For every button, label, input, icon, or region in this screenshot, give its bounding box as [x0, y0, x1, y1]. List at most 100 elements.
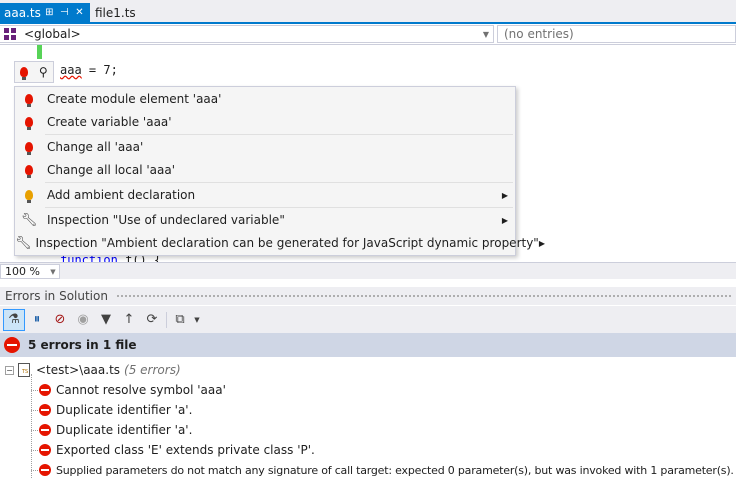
- export-button[interactable]: ⧉: [169, 309, 191, 331]
- search-icon: ⚲: [38, 65, 48, 79]
- error-item[interactable]: Duplicate identifier 'a'.: [39, 420, 192, 440]
- pin-icon[interactable]: ⊞: [43, 7, 56, 18]
- navigation-bar: <global> ▼ (no entries): [0, 24, 736, 45]
- show-ignored-button[interactable]: ◉: [72, 309, 94, 331]
- namespace-icon: [4, 28, 18, 40]
- scope-value: <global>: [24, 27, 81, 41]
- refresh-icon: ⟳: [146, 312, 158, 327]
- menu-item-label: Change all 'aaa': [47, 140, 144, 154]
- refresh-button[interactable]: ⟳: [141, 309, 163, 331]
- code-line-1[interactable]: aaa = 7;: [60, 63, 118, 77]
- error-icon: [39, 404, 51, 416]
- wrench-icon: 🔧︎: [15, 235, 32, 251]
- tree-guide-line: [31, 390, 38, 391]
- tab-label: aaa.ts: [4, 5, 41, 20]
- error-icon: [39, 444, 51, 456]
- errors-toolbar: ⚗ ⏸︎ ⊘ ◉ ▼ ↑ ⟳ ⧉ ▼: [0, 306, 736, 333]
- error-count: (5 errors): [124, 363, 181, 377]
- submenu-arrow-icon: ▶: [501, 190, 509, 200]
- quick-fix-bulb-button[interactable]: ⚲: [14, 61, 54, 83]
- tab-aaa-ts[interactable]: aaa.ts ⊞ ⊣ ✕: [0, 3, 90, 22]
- undeclared-identifier[interactable]: aaa: [60, 63, 82, 77]
- yellow-bulb-icon: [25, 190, 33, 203]
- members-dropdown[interactable]: (no entries): [497, 25, 736, 43]
- filter-icon: ▼: [101, 312, 111, 327]
- flask-icon: ⚗: [8, 312, 20, 327]
- tab-label: file1.ts: [95, 5, 136, 20]
- eye-slash-icon: ⊘: [54, 312, 66, 327]
- menu-item-label: Inspection "Use of undeclared variable": [47, 213, 285, 227]
- close-icon[interactable]: ✕: [73, 7, 86, 18]
- menu-item-inspection-ambient-declaration[interactable]: 🔧︎ Inspection "Ambient declaration can b…: [15, 231, 545, 255]
- analyze-flask-button[interactable]: ⚗: [3, 308, 25, 331]
- menu-item-inspection-undeclared-variable[interactable]: 🔧︎ Inspection "Use of undeclared variabl…: [15, 208, 515, 232]
- menu-item-create-variable[interactable]: Create variable 'aaa': [15, 110, 515, 134]
- chevron-down-icon[interactable]: ▼: [479, 30, 493, 39]
- error-message: Duplicate identifier 'a'.: [56, 423, 193, 437]
- typescript-file-icon: [18, 363, 30, 377]
- menu-item-label: Change all local 'aaa': [47, 163, 176, 177]
- menu-item-create-module-element[interactable]: Create module element 'aaa': [15, 87, 515, 111]
- wrench-icon: 🔧︎: [20, 212, 38, 228]
- export-icon: ⧉: [175, 312, 185, 327]
- red-bulb-icon: [25, 142, 33, 155]
- red-bulb-icon: [25, 117, 33, 130]
- document-tab-strip: aaa.ts ⊞ ⊣ ✕ file1.ts: [0, 0, 736, 24]
- export-dropdown-button[interactable]: ▼: [192, 309, 202, 331]
- members-value: (no entries): [504, 27, 574, 41]
- tree-guide-line: [31, 410, 38, 411]
- error-item[interactable]: Exported class 'E' extends private class…: [39, 440, 315, 460]
- error-icon: [39, 464, 51, 476]
- menu-item-label: Create module element 'aaa': [47, 92, 222, 106]
- tree-guide-line: [31, 470, 38, 471]
- submenu-arrow-icon: ▶: [501, 215, 509, 225]
- red-bulb-icon: [25, 165, 33, 178]
- error-icon: [4, 337, 20, 353]
- change-marker: [37, 45, 42, 59]
- code-text: = 7;: [81, 63, 118, 77]
- tool-window-title: Errors in Solution: [5, 289, 108, 303]
- red-bulb-icon: [20, 67, 29, 80]
- chevron-down-icon[interactable]: ▼: [47, 268, 59, 276]
- error-icon: [39, 384, 51, 396]
- drag-grip[interactable]: [115, 293, 732, 299]
- menu-item-label: Add ambient declaration: [47, 188, 196, 202]
- submenu-arrow-icon: ▶: [538, 238, 545, 248]
- chevron-down-icon: ▼: [194, 315, 200, 324]
- toolbar-separator: [166, 311, 167, 328]
- keep-open-icon[interactable]: ⊣: [58, 7, 71, 18]
- prev-error-icon: ↑: [123, 312, 135, 327]
- zoom-dropdown[interactable]: 100 % ▼: [0, 264, 60, 279]
- error-item[interactable]: Cannot resolve symbol 'aaa': [39, 380, 226, 400]
- previous-error-button[interactable]: ↑: [118, 309, 140, 331]
- menu-item-label: Create variable 'aaa': [47, 115, 172, 129]
- zoom-value: 100 %: [5, 265, 40, 278]
- collapse-icon[interactable]: −: [5, 365, 14, 375]
- file-path: <test>\aaa.ts: [36, 363, 121, 377]
- error-message: Exported class 'E' extends private class…: [56, 443, 315, 457]
- menu-item-add-ambient-declaration[interactable]: Add ambient declaration ▶: [15, 183, 515, 207]
- menu-item-label: Inspection "Ambient declaration can be g…: [35, 236, 539, 250]
- tab-file1-ts[interactable]: file1.ts: [91, 3, 141, 22]
- scope-dropdown[interactable]: <global> ▼: [0, 25, 494, 43]
- editor-status-bar: 100 % ▼: [0, 262, 736, 279]
- hide-ignored-button[interactable]: ⊘: [49, 309, 71, 331]
- errors-summary-text: 5 errors in 1 file: [28, 338, 137, 352]
- error-message: Duplicate identifier 'a'.: [56, 403, 193, 417]
- error-icon: [39, 424, 51, 436]
- eye-icon: ◉: [77, 312, 89, 327]
- error-item[interactable]: Supplied parameters do not match any sig…: [39, 460, 734, 480]
- filter-button[interactable]: ▼: [95, 309, 117, 331]
- pause-button[interactable]: ⏸︎: [26, 309, 48, 331]
- red-bulb-icon: [25, 94, 33, 107]
- tool-window-title-bar[interactable]: Errors in Solution: [0, 287, 736, 305]
- errors-summary-row[interactable]: 5 errors in 1 file: [0, 333, 736, 357]
- menu-item-change-all[interactable]: Change all 'aaa': [15, 135, 515, 159]
- error-message: Cannot resolve symbol 'aaa': [56, 383, 226, 397]
- quick-fix-menu: Create module element 'aaa' Create varia…: [14, 86, 545, 256]
- tree-guide-line: [31, 450, 38, 451]
- errors-tree: − <test>\aaa.ts (5 errors) Cannot resolv…: [0, 357, 736, 493]
- menu-item-change-all-local[interactable]: Change all local 'aaa': [15, 158, 515, 182]
- error-message: Supplied parameters do not match any sig…: [56, 463, 734, 477]
- error-item[interactable]: Duplicate identifier 'a'.: [39, 400, 192, 420]
